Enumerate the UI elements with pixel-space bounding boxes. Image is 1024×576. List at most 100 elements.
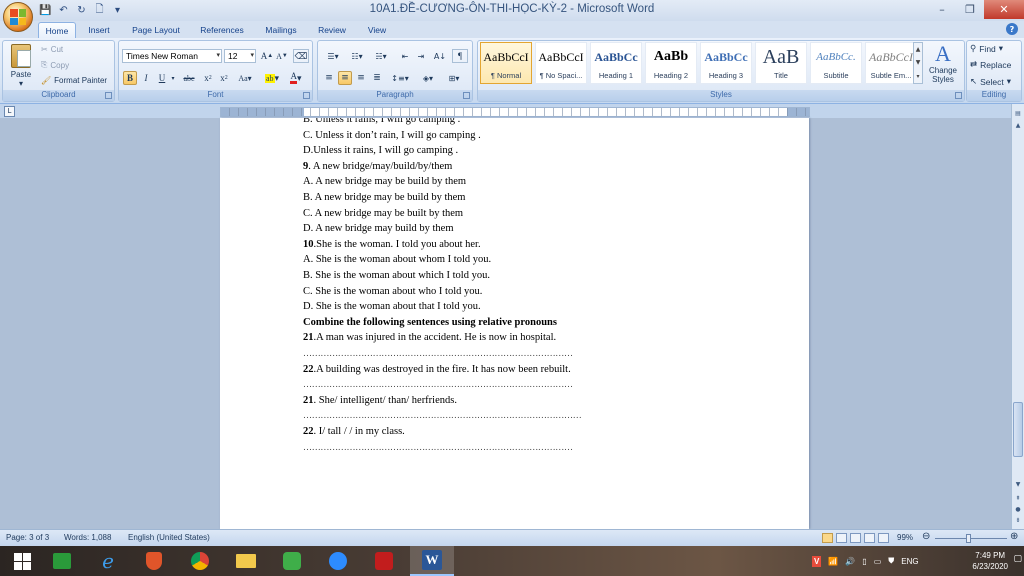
- change-styles-button[interactable]: A Change Styles: [926, 42, 960, 86]
- file-explorer-icon[interactable]: [224, 546, 268, 576]
- shield-tray-icon[interactable]: ⛊: [888, 556, 894, 566]
- full-screen-reading-icon[interactable]: [836, 533, 847, 543]
- draft-view-icon[interactable]: [878, 533, 889, 543]
- close-button[interactable]: ✕: [984, 0, 1024, 19]
- document-line[interactable]: 9. A new bridge/may/build/by/them: [303, 161, 452, 172]
- grow-font-button[interactable]: A ▲: [260, 49, 274, 63]
- store-icon[interactable]: [40, 546, 84, 576]
- document-line[interactable]: 21.A man was injured in the accident. He…: [303, 332, 556, 343]
- more-icon[interactable]: ▾: [916, 73, 919, 80]
- font-size-select[interactable]: 12 ▾: [224, 49, 256, 63]
- superscript-button[interactable]: x2: [217, 71, 231, 85]
- action-center-icon[interactable]: ▯: [862, 557, 866, 566]
- zoom-slider-thumb[interactable]: [966, 534, 971, 543]
- document-line[interactable]: D. She is the woman about that I told yo…: [303, 301, 481, 312]
- internet-explorer-icon[interactable]: e: [86, 546, 130, 576]
- answer-blank-line[interactable]: ……………………………………………………………………………………: [303, 410, 582, 421]
- shrink-font-button[interactable]: A ▼: [275, 49, 289, 63]
- increase-indent-button[interactable]: ⇥: [414, 49, 428, 63]
- align-center-button[interactable]: ≡: [338, 71, 352, 85]
- document-line[interactable]: 10.She is the woman. I told you about he…: [303, 239, 481, 250]
- font-color-button[interactable]: A ▾: [285, 71, 307, 85]
- word-taskbar-icon[interactable]: W: [410, 546, 454, 576]
- tab-insert[interactable]: Insert: [82, 22, 116, 38]
- answer-blank-line[interactable]: …………………………………………………………………………………: [303, 379, 573, 390]
- dialog-launcher-icon[interactable]: [105, 92, 112, 99]
- style-subtitle[interactable]: AaBbCc. Subtitle: [810, 42, 862, 84]
- zoom-level[interactable]: 99%: [897, 533, 913, 542]
- document-page[interactable]: B. Unless it rains, I will go camping . C…: [220, 118, 809, 529]
- style-gallery-scroll[interactable]: ▲ ▼ ▾: [913, 42, 923, 84]
- green-app-icon[interactable]: [270, 546, 314, 576]
- next-page-icon[interactable]: ⇟: [1012, 515, 1024, 527]
- answer-blank-line[interactable]: …………………………………………………………………………………: [303, 442, 573, 453]
- office-button[interactable]: [3, 2, 33, 32]
- style-normal[interactable]: AaBbCcI ¶ Normal: [480, 42, 532, 84]
- document-line[interactable]: 21. She/ intelligent/ than/ herfriends.: [303, 395, 457, 406]
- dialog-launcher-icon[interactable]: [463, 92, 470, 99]
- vertical-scrollbar[interactable]: ▤ ▲ ▼ ⇞ ● ⇟: [1011, 104, 1024, 529]
- clear-formatting-button[interactable]: ⌫: [293, 49, 309, 63]
- scroll-down-icon[interactable]: ▼: [1012, 479, 1024, 491]
- game-app-icon[interactable]: [362, 546, 406, 576]
- outline-view-icon[interactable]: [864, 533, 875, 543]
- numbering-button[interactable]: ☷▾: [346, 49, 368, 63]
- underline-button[interactable]: U: [155, 71, 169, 85]
- highlight-button[interactable]: ab ▾: [261, 71, 283, 85]
- network-icon[interactable]: 📶: [828, 557, 838, 566]
- zoom-in-icon[interactable]: ⊕: [1010, 531, 1018, 542]
- style-heading-3[interactable]: AaBbCc Heading 3: [700, 42, 752, 84]
- change-case-button[interactable]: Aa▾: [235, 71, 255, 85]
- ruler-toggle-icon[interactable]: ▤: [1012, 108, 1024, 120]
- line-spacing-button[interactable]: ↕≡▾: [390, 71, 410, 85]
- tab-selector-icon[interactable]: L: [4, 106, 15, 117]
- document-line[interactable]: D.Unless it rains, I will go camping .: [303, 145, 458, 156]
- vietkey-icon[interactable]: V: [812, 555, 822, 567]
- document-line[interactable]: B. She is the woman about which I told y…: [303, 270, 490, 281]
- replace-button[interactable]: ⇄ Replace: [970, 59, 1011, 70]
- zoom-out-icon[interactable]: ⊖: [922, 531, 930, 542]
- tab-review[interactable]: Review: [312, 22, 352, 38]
- font-family-select[interactable]: Times New Roman ▾: [122, 49, 222, 63]
- print-layout-view-icon[interactable]: [822, 533, 833, 543]
- decrease-indent-button[interactable]: ⇤: [398, 49, 412, 63]
- dialog-launcher-icon[interactable]: [955, 92, 962, 99]
- antivirus-shield-icon[interactable]: [132, 546, 176, 576]
- web-layout-icon[interactable]: [850, 533, 861, 543]
- cut-button[interactable]: ✂ Cut: [41, 45, 63, 54]
- zoom-app-icon[interactable]: [316, 546, 360, 576]
- align-right-button[interactable]: ≡: [354, 71, 368, 85]
- document-line[interactable]: 22. I/ tall / / in my class.: [303, 426, 405, 437]
- scrollbar-thumb[interactable]: [1013, 402, 1023, 457]
- windows-start-icon[interactable]: [0, 546, 44, 576]
- style-heading-2[interactable]: AaBb Heading 2: [645, 42, 697, 84]
- document-line[interactable]: C. Unless it don’t rain, I will go campi…: [303, 130, 481, 141]
- minimize-button[interactable]: –: [928, 0, 956, 19]
- document-line[interactable]: D. A new bridge may build by them: [303, 223, 453, 234]
- borders-button[interactable]: ⊞▾: [442, 71, 466, 85]
- zoom-slider[interactable]: [935, 538, 1007, 539]
- bullets-button[interactable]: ☰▾: [322, 49, 344, 63]
- document-line[interactable]: C. A new bridge may be built by them: [303, 208, 463, 219]
- tab-references[interactable]: References: [194, 22, 250, 38]
- restore-button[interactable]: ❐: [956, 0, 984, 19]
- style-subtle-emphasis[interactable]: AaBbCcI Subtle Em...: [865, 42, 917, 84]
- notification-icon[interactable]: ▢: [1013, 554, 1022, 564]
- dialog-launcher-icon[interactable]: [303, 92, 310, 99]
- language-indicator[interactable]: English (United States): [128, 533, 210, 542]
- tab-home[interactable]: Home: [38, 22, 76, 38]
- tab-view[interactable]: View: [360, 22, 394, 38]
- paste-button[interactable]: Paste ▾: [7, 44, 35, 88]
- battery-icon[interactable]: ▭: [874, 557, 882, 566]
- document-line[interactable]: C. She is the woman about who I told you…: [303, 286, 482, 297]
- chevron-down-icon[interactable]: ▾: [169, 71, 177, 85]
- document-line[interactable]: A. A new bridge may be build by them: [303, 176, 466, 187]
- style-no-spacing[interactable]: AaBbCcI ¶ No Spaci...: [535, 42, 587, 84]
- select-button[interactable]: ↖ Select ▾: [970, 76, 1011, 87]
- copy-button[interactable]: ⎘ Copy: [41, 60, 69, 70]
- document-line[interactable]: A. She is the woman about whom I told yo…: [303, 254, 491, 265]
- horizontal-ruler[interactable]: [220, 107, 810, 117]
- volume-icon[interactable]: 🔊: [845, 557, 855, 566]
- keyboard-language[interactable]: ENG: [901, 557, 918, 566]
- word-count[interactable]: Words: 1,088: [64, 533, 111, 542]
